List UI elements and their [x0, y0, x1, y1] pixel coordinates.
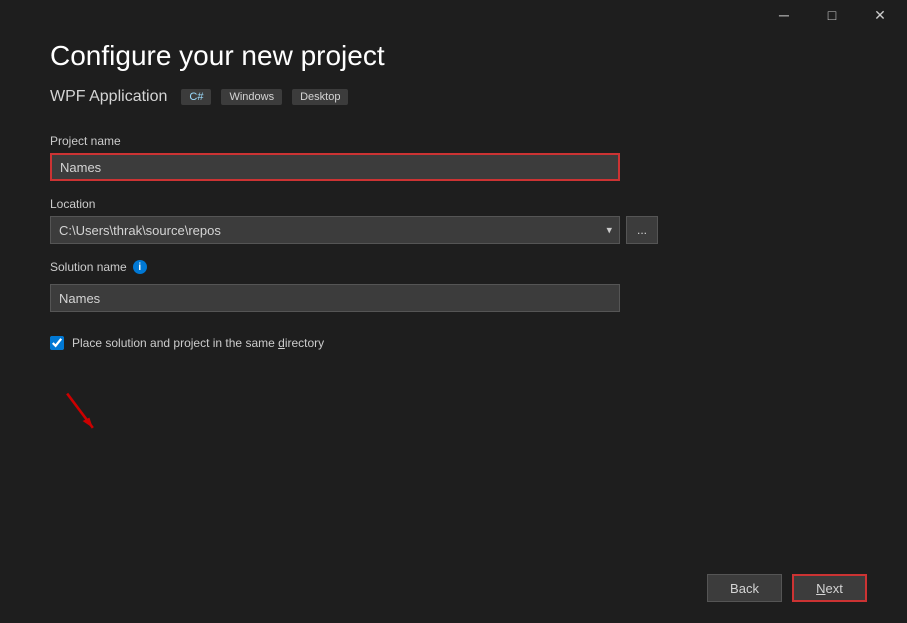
location-label: Location — [50, 197, 857, 211]
project-type-row: WPF Application C# Windows Desktop — [50, 88, 857, 106]
solution-name-label: Solution name — [50, 260, 127, 274]
info-icon: i — [133, 260, 147, 274]
main-content: Configure your new project WPF Applicati… — [0, 0, 907, 623]
location-row: C:\Users\thrak\source\repos ... — [50, 216, 857, 244]
location-field-group: Location C:\Users\thrak\source\repos ... — [50, 197, 857, 244]
project-name-input[interactable] — [50, 153, 620, 181]
location-select-wrapper: C:\Users\thrak\source\repos — [50, 216, 620, 244]
same-directory-checkbox[interactable] — [50, 336, 64, 350]
footer: Back Next — [0, 553, 907, 623]
project-type-label: WPF Application — [50, 88, 167, 106]
next-button[interactable]: Next — [792, 574, 867, 602]
browse-button[interactable]: ... — [626, 216, 658, 244]
minimize-button[interactable]: ─ — [761, 0, 807, 30]
project-name-label: Project name — [50, 134, 857, 148]
same-directory-label[interactable]: Place solution and project in the same d… — [72, 336, 324, 350]
solution-name-field-group: Solution name i — [50, 260, 857, 312]
red-arrow-svg — [50, 385, 110, 445]
annotation-arrow — [50, 385, 110, 448]
close-button[interactable]: ✕ — [857, 0, 903, 30]
checkbox-row: Place solution and project in the same d… — [50, 336, 857, 350]
page-title: Configure your new project — [50, 40, 857, 72]
solution-name-input[interactable] — [50, 284, 620, 312]
back-button[interactable]: Back — [707, 574, 782, 602]
title-bar: ─ □ ✕ — [761, 0, 907, 30]
location-select[interactable]: C:\Users\thrak\source\repos — [50, 216, 620, 244]
solution-label-row: Solution name i — [50, 260, 857, 274]
project-name-field-group: Project name — [50, 134, 857, 181]
maximize-button[interactable]: □ — [809, 0, 855, 30]
tag-csharp: C# — [181, 89, 211, 105]
tag-windows: Windows — [221, 89, 282, 105]
tag-desktop: Desktop — [292, 89, 348, 105]
